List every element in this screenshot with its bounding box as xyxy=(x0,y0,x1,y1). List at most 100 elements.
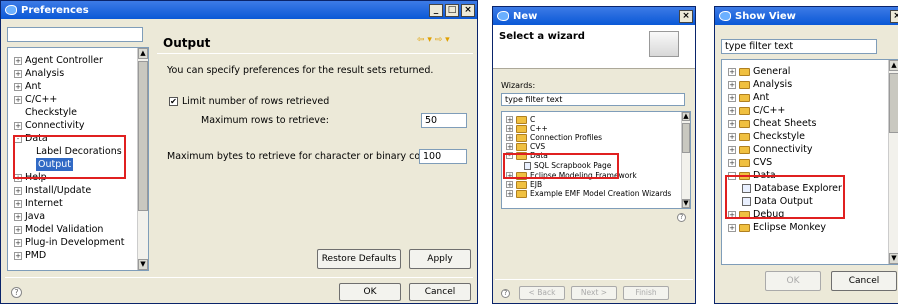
close-button[interactable]: × xyxy=(679,9,693,23)
expand-icon[interactable]: + xyxy=(728,67,736,76)
expand-icon[interactable]: + xyxy=(728,106,736,115)
expand-icon[interactable]: + xyxy=(506,134,513,142)
scroll-up-arrow[interactable]: ▲ xyxy=(138,48,148,59)
new-titlebar[interactable]: New × xyxy=(493,7,695,25)
view-tree-scrollbar[interactable]: ▲ ▼ xyxy=(888,60,898,264)
expand-icon[interactable]: + xyxy=(14,69,22,78)
expand-icon[interactable]: + xyxy=(14,121,22,130)
wizard-tree-scrollbar[interactable]: ▲ ▼ xyxy=(681,112,690,208)
tree-item-install-update[interactable]: + Install/Update xyxy=(14,184,148,197)
show-view-titlebar[interactable]: Show View × xyxy=(715,7,898,25)
expand-icon[interactable]: + xyxy=(506,181,513,189)
expand-icon[interactable]: + xyxy=(728,80,736,89)
view-tree[interactable]: + General + Analysis + Ant + C/C++ + Cheat Sh… xyxy=(721,59,898,265)
tree-item-ejb[interactable]: + EJB xyxy=(506,180,690,189)
tree-item-analysis[interactable]: + Analysis xyxy=(14,67,148,80)
tree-item-connectivity[interactable]: + Connectivity xyxy=(14,119,148,132)
tree-item-cpp[interactable]: + C++ xyxy=(506,124,690,133)
scroll-thumb[interactable] xyxy=(138,61,148,211)
ok-button[interactable]: OK xyxy=(765,271,821,291)
scroll-down-arrow[interactable]: ▼ xyxy=(682,199,690,208)
tree-item-analysis[interactable]: + Analysis xyxy=(728,78,898,91)
close-button[interactable]: × xyxy=(461,3,475,17)
expand-icon[interactable]: + xyxy=(14,251,22,260)
expand-icon[interactable]: + xyxy=(14,95,22,104)
expand-icon[interactable]: + xyxy=(728,93,736,102)
expand-icon[interactable]: + xyxy=(728,223,736,232)
scroll-up-arrow[interactable]: ▲ xyxy=(682,112,690,121)
scroll-down-arrow[interactable]: ▼ xyxy=(138,259,148,270)
expand-icon[interactable]: + xyxy=(506,143,513,151)
tree-item-java[interactable]: + Java xyxy=(14,210,148,223)
cancel-button[interactable]: Cancel xyxy=(409,283,471,301)
preferences-tree-scrollbar[interactable]: ▲ ▼ xyxy=(137,48,148,270)
expand-icon[interactable]: + xyxy=(728,145,736,154)
nav-arrows-icon[interactable]: ⇦ ▾ ⇨ ▾ xyxy=(417,35,450,45)
close-button[interactable]: × xyxy=(890,9,898,23)
scroll-thumb[interactable] xyxy=(889,73,898,133)
tree-item-cpp[interactable]: + C/C++ xyxy=(14,93,148,106)
tree-item-c[interactable]: + C xyxy=(506,115,690,124)
checkbox-check-icon[interactable]: ✔ xyxy=(169,97,178,106)
tree-item-connection-profiles[interactable]: + Connection Profiles xyxy=(506,133,690,142)
minimize-button[interactable]: _ xyxy=(429,3,443,17)
tree-item-ant[interactable]: + Ant xyxy=(728,91,898,104)
help-icon[interactable]: ? xyxy=(11,287,22,298)
expand-icon[interactable]: + xyxy=(14,186,22,195)
expand-icon[interactable]: + xyxy=(14,225,22,234)
scroll-thumb[interactable] xyxy=(682,123,690,153)
restore-defaults-button[interactable]: Restore Defaults xyxy=(317,249,401,269)
tree-item-label: Ant xyxy=(753,92,770,103)
tree-item-pmd[interactable]: + PMD xyxy=(14,249,148,262)
tree-item-connectivity[interactable]: + Connectivity xyxy=(728,143,898,156)
back-button[interactable]: < Back xyxy=(519,286,565,300)
expand-icon[interactable]: + xyxy=(506,116,513,124)
tree-item-plugin-development[interactable]: + Plug-in Development xyxy=(14,236,148,249)
tree-item-label: EJB xyxy=(530,180,543,189)
finish-button[interactable]: Finish xyxy=(623,286,669,300)
tree-item-agent-controller[interactable]: + Agent Controller xyxy=(14,54,148,67)
folder-icon xyxy=(516,133,527,142)
expand-icon[interactable]: + xyxy=(728,132,736,141)
tree-item-eclipse-monkey[interactable]: + Eclipse Monkey xyxy=(728,221,898,234)
next-button[interactable]: Next > xyxy=(571,286,617,300)
expand-icon[interactable]: + xyxy=(14,212,22,221)
folder-icon xyxy=(516,124,527,133)
wizard-filter-input[interactable]: type filter text xyxy=(501,93,685,106)
max-bytes-input[interactable]: 100 xyxy=(419,149,467,164)
help-icon[interactable]: ? xyxy=(501,289,510,298)
expand-icon[interactable]: + xyxy=(14,238,22,247)
tree-item-example-emf[interactable]: + Example EMF Model Creation Wizards xyxy=(506,189,690,198)
cancel-button[interactable]: Cancel xyxy=(831,271,897,291)
tree-item-ant[interactable]: + Ant xyxy=(14,80,148,93)
expand-icon[interactable]: + xyxy=(14,82,22,91)
tree-item-cvs[interactable]: + CVS xyxy=(506,142,690,151)
highlight-sql-scrapbook xyxy=(503,153,619,179)
expand-icon[interactable]: + xyxy=(14,56,22,65)
apply-button[interactable]: Apply xyxy=(409,249,471,269)
preferences-filter-input[interactable] xyxy=(7,27,143,42)
maximize-button[interactable]: □ xyxy=(445,3,459,17)
tree-item-model-validation[interactable]: + Model Validation xyxy=(14,223,148,236)
expand-icon[interactable]: + xyxy=(506,125,513,133)
ok-button[interactable]: OK xyxy=(339,283,401,301)
show-view-title: Show View xyxy=(735,10,796,22)
expand-icon[interactable]: + xyxy=(506,190,513,198)
scroll-up-arrow[interactable]: ▲ xyxy=(889,60,898,71)
limit-rows-checkbox[interactable]: ✔ Limit number of rows retrieved xyxy=(169,96,329,107)
tree-item-checkstyle[interactable]: Checkstyle xyxy=(14,106,148,119)
preferences-titlebar[interactable]: Preferences _ □ × xyxy=(1,1,477,19)
tree-item-general[interactable]: + General xyxy=(728,65,898,78)
expand-icon[interactable]: + xyxy=(728,119,736,128)
scroll-down-arrow[interactable]: ▼ xyxy=(889,253,898,264)
tree-item-cpp[interactable]: + C/C++ xyxy=(728,104,898,117)
tree-item-internet[interactable]: + Internet xyxy=(14,197,148,210)
expand-icon[interactable]: + xyxy=(728,158,736,167)
help-icon[interactable]: ? xyxy=(677,213,686,222)
tree-item-cheat-sheets[interactable]: + Cheat Sheets xyxy=(728,117,898,130)
max-rows-input[interactable]: 50 xyxy=(421,113,467,128)
tree-item-checkstyle[interactable]: + Checkstyle xyxy=(728,130,898,143)
expand-icon[interactable]: + xyxy=(14,199,22,208)
view-filter-input[interactable]: type filter text xyxy=(721,39,877,54)
tree-item-cvs[interactable]: + CVS xyxy=(728,156,898,169)
